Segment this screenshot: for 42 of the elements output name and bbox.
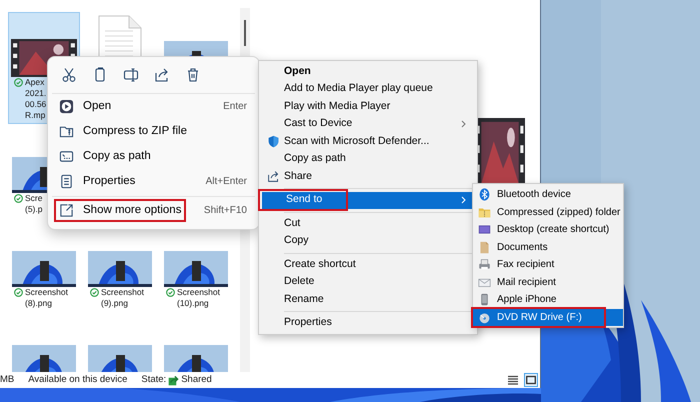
state-value: Shared	[181, 372, 212, 387]
menu-label: Properties	[83, 174, 136, 189]
menu-label: Play with Media Player	[284, 98, 390, 114]
file-name: (9).png	[101, 298, 128, 309]
menu-label: Documents	[497, 240, 548, 255]
file-name: Screenshot	[101, 287, 144, 298]
highlight-box: Send to	[260, 191, 346, 210]
menu-label: Add to Media Player play queue	[284, 81, 433, 96]
menu-label: Mail recipient	[497, 276, 556, 290]
menu-label: Copy as path	[284, 151, 346, 166]
state-label: State:	[141, 372, 166, 387]
file-name: (8).png	[25, 298, 52, 309]
menu-label: Create shortcut	[284, 256, 356, 272]
menu-label: Scan with Microsoft Defender...	[284, 134, 430, 149]
menu-label: Open	[83, 98, 112, 114]
file-name: Scre	[25, 193, 42, 204]
file-name: (5).p	[25, 204, 42, 215]
file-name: Screenshot	[177, 287, 220, 298]
menu-label: Apple iPhone	[497, 293, 556, 308]
availability-text: Available on this device	[28, 372, 128, 387]
file-name: (10).png	[177, 298, 209, 309]
shortcut-text: Shift+F10	[204, 204, 247, 218]
menu-label: Rename	[284, 292, 324, 307]
file-size: MB	[0, 372, 14, 387]
shortcut-text: Alt+Enter	[206, 175, 247, 189]
menu-label: Share	[284, 168, 312, 184]
file-name: Screenshot	[25, 287, 68, 298]
shortcut-text: Enter	[223, 100, 247, 114]
menu-label: Compress to ZIP file	[83, 124, 187, 139]
menu-label: Open	[284, 64, 311, 79]
menu-label: Cast to Device	[284, 116, 352, 132]
menu-label: Fax recipient	[497, 258, 554, 272]
file-name: 00.56	[25, 99, 46, 110]
menu-label: Show more options	[83, 202, 182, 218]
menu-label: Properties	[284, 315, 332, 330]
file-name: R.mp	[25, 110, 46, 121]
menu-label: Copy	[284, 233, 309, 248]
menu-label: Copy as path	[83, 148, 151, 164]
menu-label: Delete	[284, 274, 314, 290]
file-name: Apex	[25, 77, 44, 88]
file-name: 2021.	[25, 88, 46, 99]
menu-label: Cut	[284, 216, 300, 231]
